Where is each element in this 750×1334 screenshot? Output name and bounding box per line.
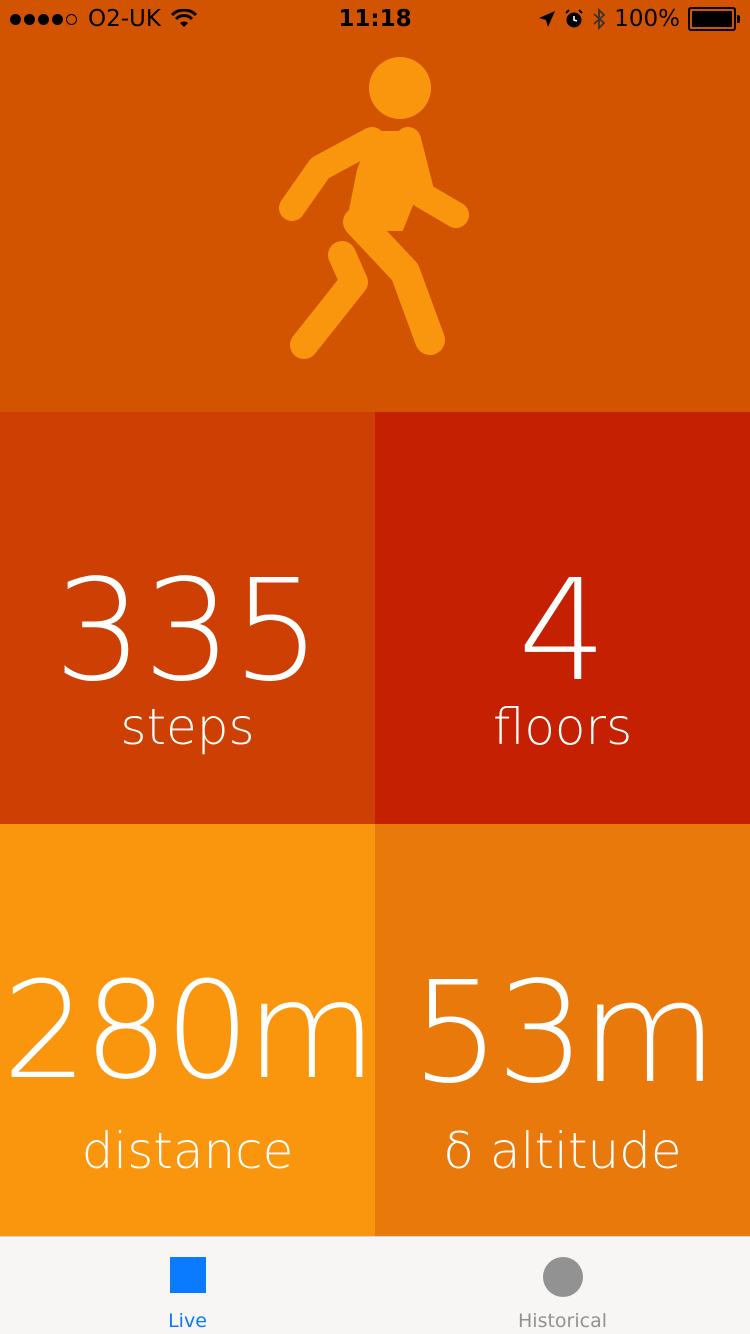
- steps-label: steps: [120, 698, 255, 756]
- altitude-tile: 53m δ altitude: [375, 824, 750, 1236]
- steps-tile: 335 steps: [0, 412, 375, 824]
- altitude-value: 53m: [411, 952, 718, 1115]
- tab-live[interactable]: Live: [0, 1237, 375, 1334]
- walking-person-icon: [279, 57, 469, 359]
- location-arrow-icon: [538, 10, 556, 28]
- tab-bar: Live Historical: [0, 1236, 750, 1334]
- bluetooth-icon: [592, 8, 606, 30]
- tab-historical[interactable]: Historical: [375, 1237, 750, 1334]
- hero-banner: [0, 0, 750, 412]
- floors-tile: 4 floors: [375, 412, 750, 824]
- alarm-clock-icon: [564, 9, 584, 29]
- distance-label: distance: [81, 1122, 294, 1180]
- floors-value: 4: [517, 550, 608, 713]
- steps-value: 335: [53, 550, 322, 713]
- altitude-label: δ altitude: [443, 1122, 682, 1180]
- square-icon: [169, 1257, 206, 1293]
- tab-historical-label: Historical: [518, 1310, 607, 1332]
- battery-icon: [688, 7, 740, 31]
- circle-icon: [542, 1257, 583, 1297]
- floors-label: floors: [492, 698, 633, 756]
- distance-tile: 280m distance: [0, 824, 377, 1236]
- distance-value: 280m: [2, 953, 376, 1109]
- battery-percentage: 100%: [614, 6, 680, 32]
- tab-live-label: Live: [168, 1310, 207, 1332]
- status-bar: O2-UK 11:18 100%: [0, 0, 750, 40]
